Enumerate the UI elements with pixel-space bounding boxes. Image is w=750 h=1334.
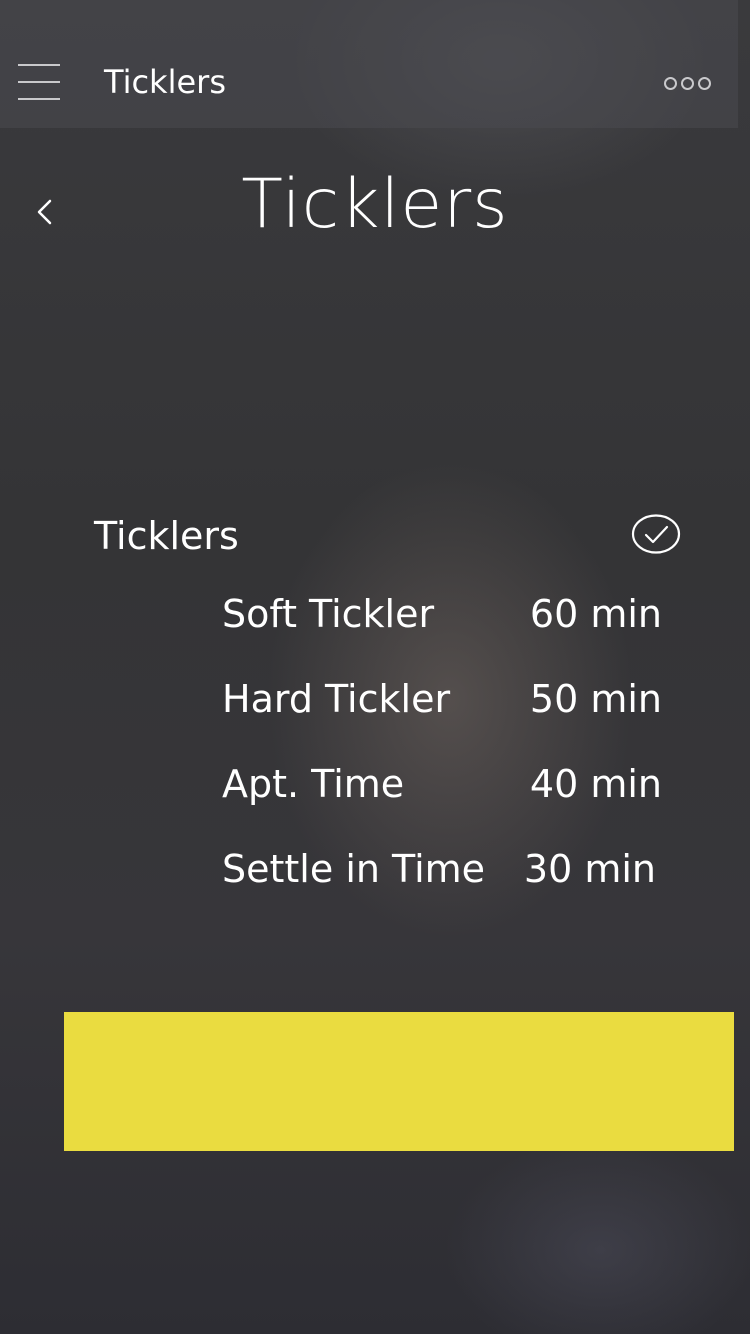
list-item-name: Hard Tickler (222, 677, 451, 721)
list-item-name: Settle in Time (222, 847, 486, 891)
list-item-value: 40 min (529, 762, 662, 806)
check-circle-icon[interactable] (630, 512, 682, 556)
list-item-value: 30 min (523, 847, 656, 891)
app-bar-title: Ticklers (104, 63, 226, 101)
section-label: Ticklers (94, 514, 239, 558)
primary-action-button[interactable] (64, 1012, 734, 1151)
hamburger-menu-icon[interactable] (18, 64, 60, 102)
list-item-apt-time[interactable]: Apt. Time 40 min (222, 759, 662, 809)
list-item-value: 50 min (529, 677, 662, 721)
page-title: Ticklers (241, 165, 509, 244)
list-item-name: Soft Tickler (222, 592, 435, 636)
list-item-value: 60 min (529, 592, 662, 636)
more-options-icon[interactable] (664, 77, 712, 91)
list-item-hard-tickler[interactable]: Hard Tickler 50 min (222, 674, 662, 724)
top-app-bar: Ticklers (0, 0, 738, 128)
list-item-settle-in-time[interactable]: Settle in Time 30 min (222, 844, 662, 894)
list-item-name: Apt. Time (222, 762, 405, 806)
list-item-soft-tickler[interactable]: Soft Tickler 60 min (222, 589, 662, 639)
